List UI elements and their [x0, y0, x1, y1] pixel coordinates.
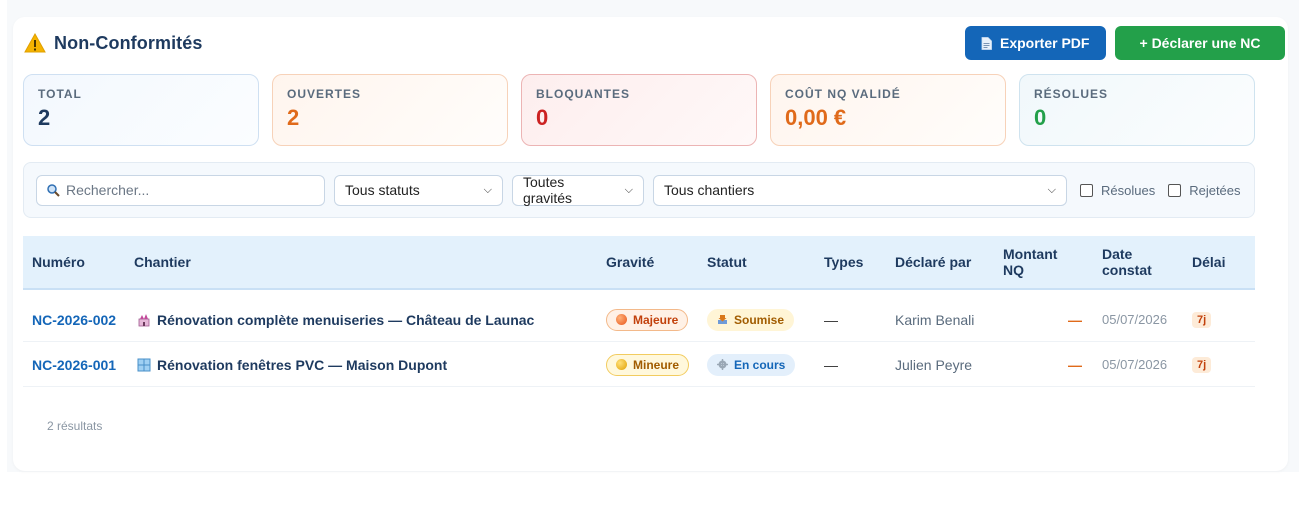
table-header: Numéro Chantier Gravité Statut Types Déc…: [23, 236, 1255, 290]
gravite-cell: Majeure: [606, 297, 689, 342]
stat-value: 0: [1034, 105, 1047, 130]
date-cell: 05/07/2026: [1102, 357, 1168, 372]
warning-icon: [24, 33, 46, 53]
date-cell: 05/07/2026: [1102, 312, 1168, 327]
statut-select-value: Tous statuts: [345, 182, 420, 198]
stat-label: COÛT NQ VALIDÉ: [785, 87, 901, 101]
orange-dot-icon: [616, 314, 627, 325]
chevron-down-icon: ⌵: [483, 183, 492, 196]
rejetees-checkbox[interactable]: Rejetées: [1168, 182, 1241, 198]
column-header-numero[interactable]: Numéro: [32, 236, 85, 288]
statut-badge: En cours: [707, 353, 796, 376]
resolues-label: Résolues: [1101, 182, 1156, 198]
chantier-name: Rénovation complète menuiseries — Châtea…: [157, 311, 535, 328]
gravite-label: Majeure: [633, 312, 679, 327]
gravite-cell: Mineure: [606, 342, 690, 387]
column-header-gravite[interactable]: Gravité: [606, 236, 654, 288]
column-header-montant-nq[interactable]: Montant NQ: [1003, 236, 1073, 288]
chantier-select[interactable]: Tous chantiers ⌵: [653, 174, 1067, 206]
statut-label: Soumise: [734, 312, 785, 327]
search-icon: [47, 183, 60, 197]
declare-nc-label: + Déclarer une NC: [1139, 35, 1261, 51]
gravite-badge: Mineure: [606, 353, 690, 376]
column-header-types[interactable]: Types: [824, 236, 863, 288]
chantier-name: Rénovation fenêtres PVC — Maison Dupont: [157, 356, 448, 373]
column-header-date-constat[interactable]: Date constat: [1102, 236, 1162, 288]
yellow-dot-icon: [616, 359, 627, 370]
declare-nc-button[interactable]: + Déclarer une NC: [1115, 26, 1285, 60]
stat-label: TOTAL: [38, 87, 82, 101]
column-header-delai[interactable]: Délai: [1192, 236, 1225, 288]
montant-cell: —: [1068, 311, 1082, 328]
rejetees-label: Rejetées: [1189, 182, 1241, 198]
chevron-down-icon: ⌵: [1047, 183, 1056, 196]
nc-number-link[interactable]: NC-2026-002: [32, 297, 116, 342]
stat-value: 0,00 €: [785, 105, 847, 130]
nc-number-link[interactable]: NC-2026-001: [32, 342, 116, 387]
page-title: Non-Conformités: [54, 32, 203, 53]
statut-select[interactable]: Tous statuts ⌵: [334, 174, 503, 206]
declare-par-cell: Julien Peyre: [895, 356, 973, 373]
header-actions: Exporter PDF + Déclarer une NC: [965, 26, 1285, 60]
stat-value: 2: [287, 105, 300, 130]
search-placeholder: Rechercher...: [66, 182, 150, 198]
statut-cell: En cours: [707, 342, 796, 387]
export-pdf-button[interactable]: Exporter PDF: [965, 26, 1106, 60]
declare-par-cell: Karim Benali: [895, 311, 975, 328]
title-wrap: Non-Conformités: [24, 33, 203, 54]
table-row[interactable]: NC-2026-001 Rénovation fenêtres PVC — Ma…: [23, 342, 1255, 387]
checkbox-box[interactable]: [1168, 183, 1182, 197]
gravite-select[interactable]: Toutes gravités ⌵: [512, 174, 644, 206]
delai-badge: 7j: [1192, 356, 1212, 373]
montant-cell: —: [1068, 356, 1082, 373]
castle-icon: [138, 313, 150, 326]
stat-label: RÉSOLUES: [1034, 87, 1109, 101]
nc-table: Numéro Chantier Gravité Statut Types Déc…: [23, 236, 1255, 387]
resolues-checkbox[interactable]: Résolues: [1080, 183, 1155, 198]
chevron-down-icon: ⌵: [624, 183, 633, 196]
statut-badge: Soumise: [707, 308, 795, 331]
gravite-label: Mineure: [633, 357, 680, 372]
statut-label: En cours: [734, 357, 786, 372]
stat-value: 2: [38, 105, 51, 130]
stat-card-bloquantes: BLOQUANTES 0: [521, 74, 757, 146]
stat-card-resolues: RÉSOLUES 0: [1019, 74, 1255, 146]
results-count: 2 résultats: [47, 419, 103, 433]
delai-badge: 7j: [1192, 311, 1212, 328]
column-header-statut[interactable]: Statut: [707, 236, 747, 288]
stat-label: BLOQUANTES: [536, 87, 630, 101]
delai-cell: 7j: [1192, 297, 1212, 342]
filter-bar: Rechercher... Tous statuts ⌵ Toutes grav…: [23, 162, 1255, 218]
types-cell: —: [824, 356, 838, 373]
column-header-chantier[interactable]: Chantier: [134, 236, 191, 288]
panel-header: Non-Conformités Exporter PDF + Déclarer …: [24, 25, 1285, 61]
delai-cell: 7j: [1192, 342, 1212, 387]
chantier-select-value: Tous chantiers: [664, 182, 755, 198]
table-row[interactable]: NC-2026-002 Rénovation complète menuiser…: [23, 297, 1255, 342]
window-icon: [137, 358, 151, 371]
column-header-declare-par[interactable]: Déclaré par: [895, 236, 971, 288]
statut-cell: Soumise: [707, 297, 795, 342]
inbox-tray-icon: [718, 315, 727, 324]
search-input[interactable]: Rechercher...: [36, 174, 325, 206]
stat-card-cout-nq: COÛT NQ VALIDÉ 0,00 €: [770, 74, 1006, 146]
gravite-badge: Majeure: [606, 308, 689, 331]
stats-row: TOTAL 2 OUVERTES 2 BLOQUANTES 0 COÛT NQ …: [23, 74, 1255, 146]
stat-label: OUVERTES: [287, 87, 362, 101]
chantier-cell: Rénovation fenêtres PVC — Maison Dupont: [137, 342, 447, 387]
types-cell: —: [824, 311, 838, 328]
gear-icon: [717, 359, 728, 370]
export-pdf-label: Exporter PDF: [1000, 35, 1090, 51]
stat-value: 0: [536, 105, 549, 130]
gravite-select-value: Toutes gravités: [523, 174, 573, 206]
chantier-cell: Rénovation complète menuiseries — Châtea…: [137, 297, 534, 342]
document-icon: [981, 36, 992, 50]
stat-card-ouvertes: OUVERTES 2: [272, 74, 508, 146]
stat-card-total: TOTAL 2: [23, 74, 259, 146]
checkbox-box[interactable]: [1080, 183, 1093, 197]
